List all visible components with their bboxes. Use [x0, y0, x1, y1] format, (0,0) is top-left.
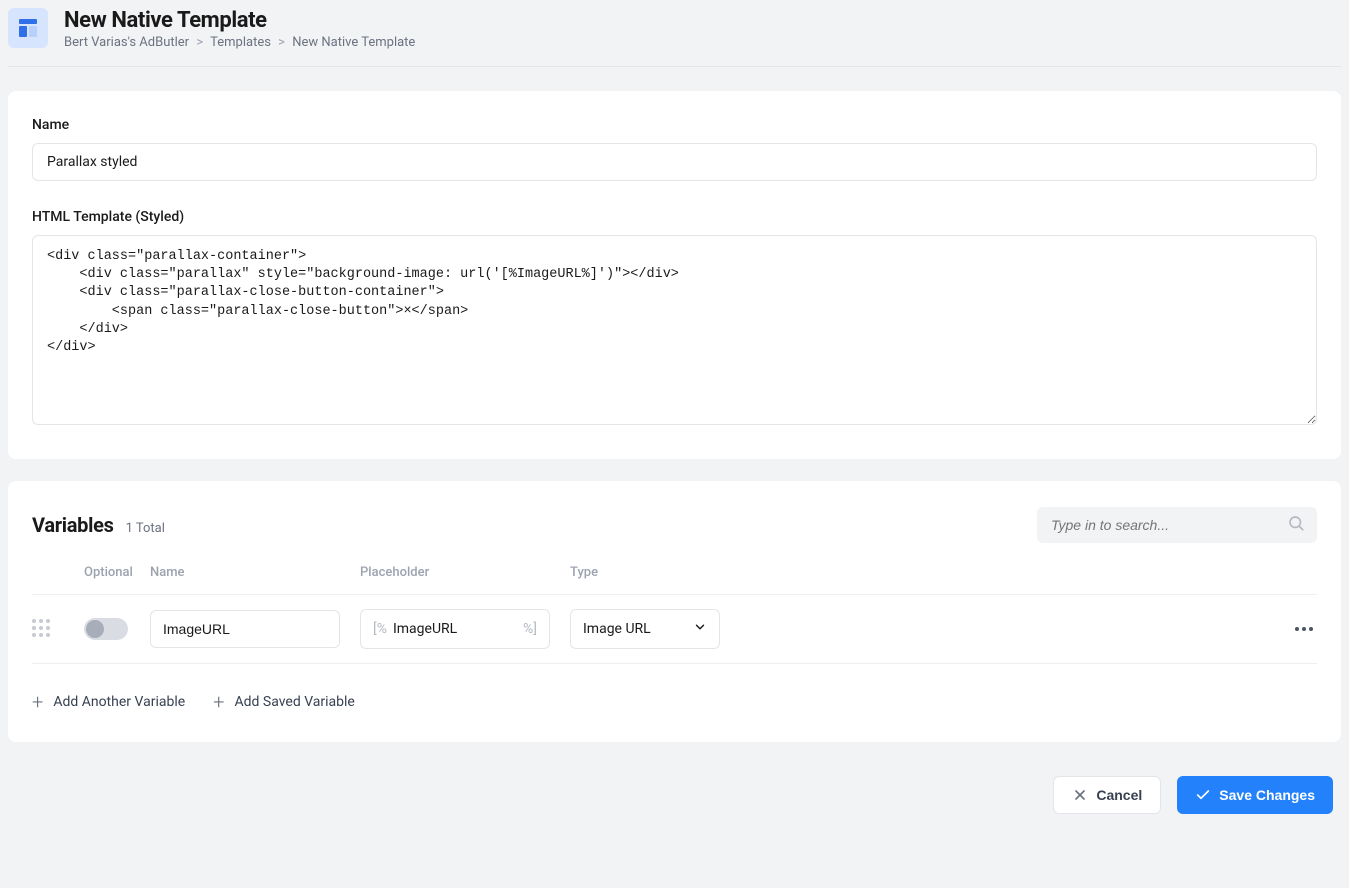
page-title: New Native Template: [64, 8, 415, 33]
type-select[interactable]: Image URL: [570, 609, 720, 649]
cancel-button[interactable]: Cancel: [1053, 776, 1161, 814]
add-another-variable-button[interactable]: + Add Another Variable: [32, 692, 185, 712]
col-optional: Optional: [84, 565, 150, 580]
name-input[interactable]: [32, 143, 1317, 181]
save-button[interactable]: Save Changes: [1177, 776, 1333, 814]
html-template-label: HTML Template (Styled): [32, 209, 1317, 225]
breadcrumb-current: New Native Template: [292, 35, 415, 50]
col-placeholder: Placeholder: [360, 565, 570, 580]
variables-heading: Variables: [32, 513, 114, 537]
variable-name-input[interactable]: [150, 610, 340, 648]
check-icon: [1195, 787, 1211, 803]
chevron-down-icon: [693, 620, 707, 638]
search-input[interactable]: [1037, 507, 1317, 543]
placeholder-input[interactable]: [% ImageURL %]: [360, 609, 550, 649]
search-icon: [1287, 514, 1305, 536]
col-name: Name: [150, 565, 360, 580]
breadcrumb-root[interactable]: Bert Varias's AdButler: [64, 35, 189, 50]
name-label: Name: [32, 117, 1317, 133]
plus-icon: +: [213, 692, 224, 712]
variables-card: Variables 1 Total Optional Name Placehol…: [8, 481, 1341, 742]
table-row: [% ImageURL %] Image URL: [32, 594, 1317, 664]
close-icon: [1072, 787, 1088, 803]
drag-handle-icon[interactable]: [32, 619, 52, 639]
optional-toggle[interactable]: [84, 618, 128, 640]
add-saved-variable-button[interactable]: + Add Saved Variable: [213, 692, 355, 712]
html-template-input[interactable]: <div class="parallax-container"> <div cl…: [32, 235, 1317, 425]
breadcrumb: Bert Varias's AdButler > Templates > New…: [64, 35, 415, 50]
plus-icon: +: [32, 692, 43, 712]
more-actions-icon[interactable]: [1277, 627, 1317, 631]
breadcrumb-templates[interactable]: Templates: [210, 35, 271, 50]
template-card: Name HTML Template (Styled) <div class="…: [8, 91, 1341, 459]
variables-count: 1 Total: [126, 521, 165, 536]
col-type: Type: [570, 565, 740, 580]
template-icon: [8, 8, 48, 48]
